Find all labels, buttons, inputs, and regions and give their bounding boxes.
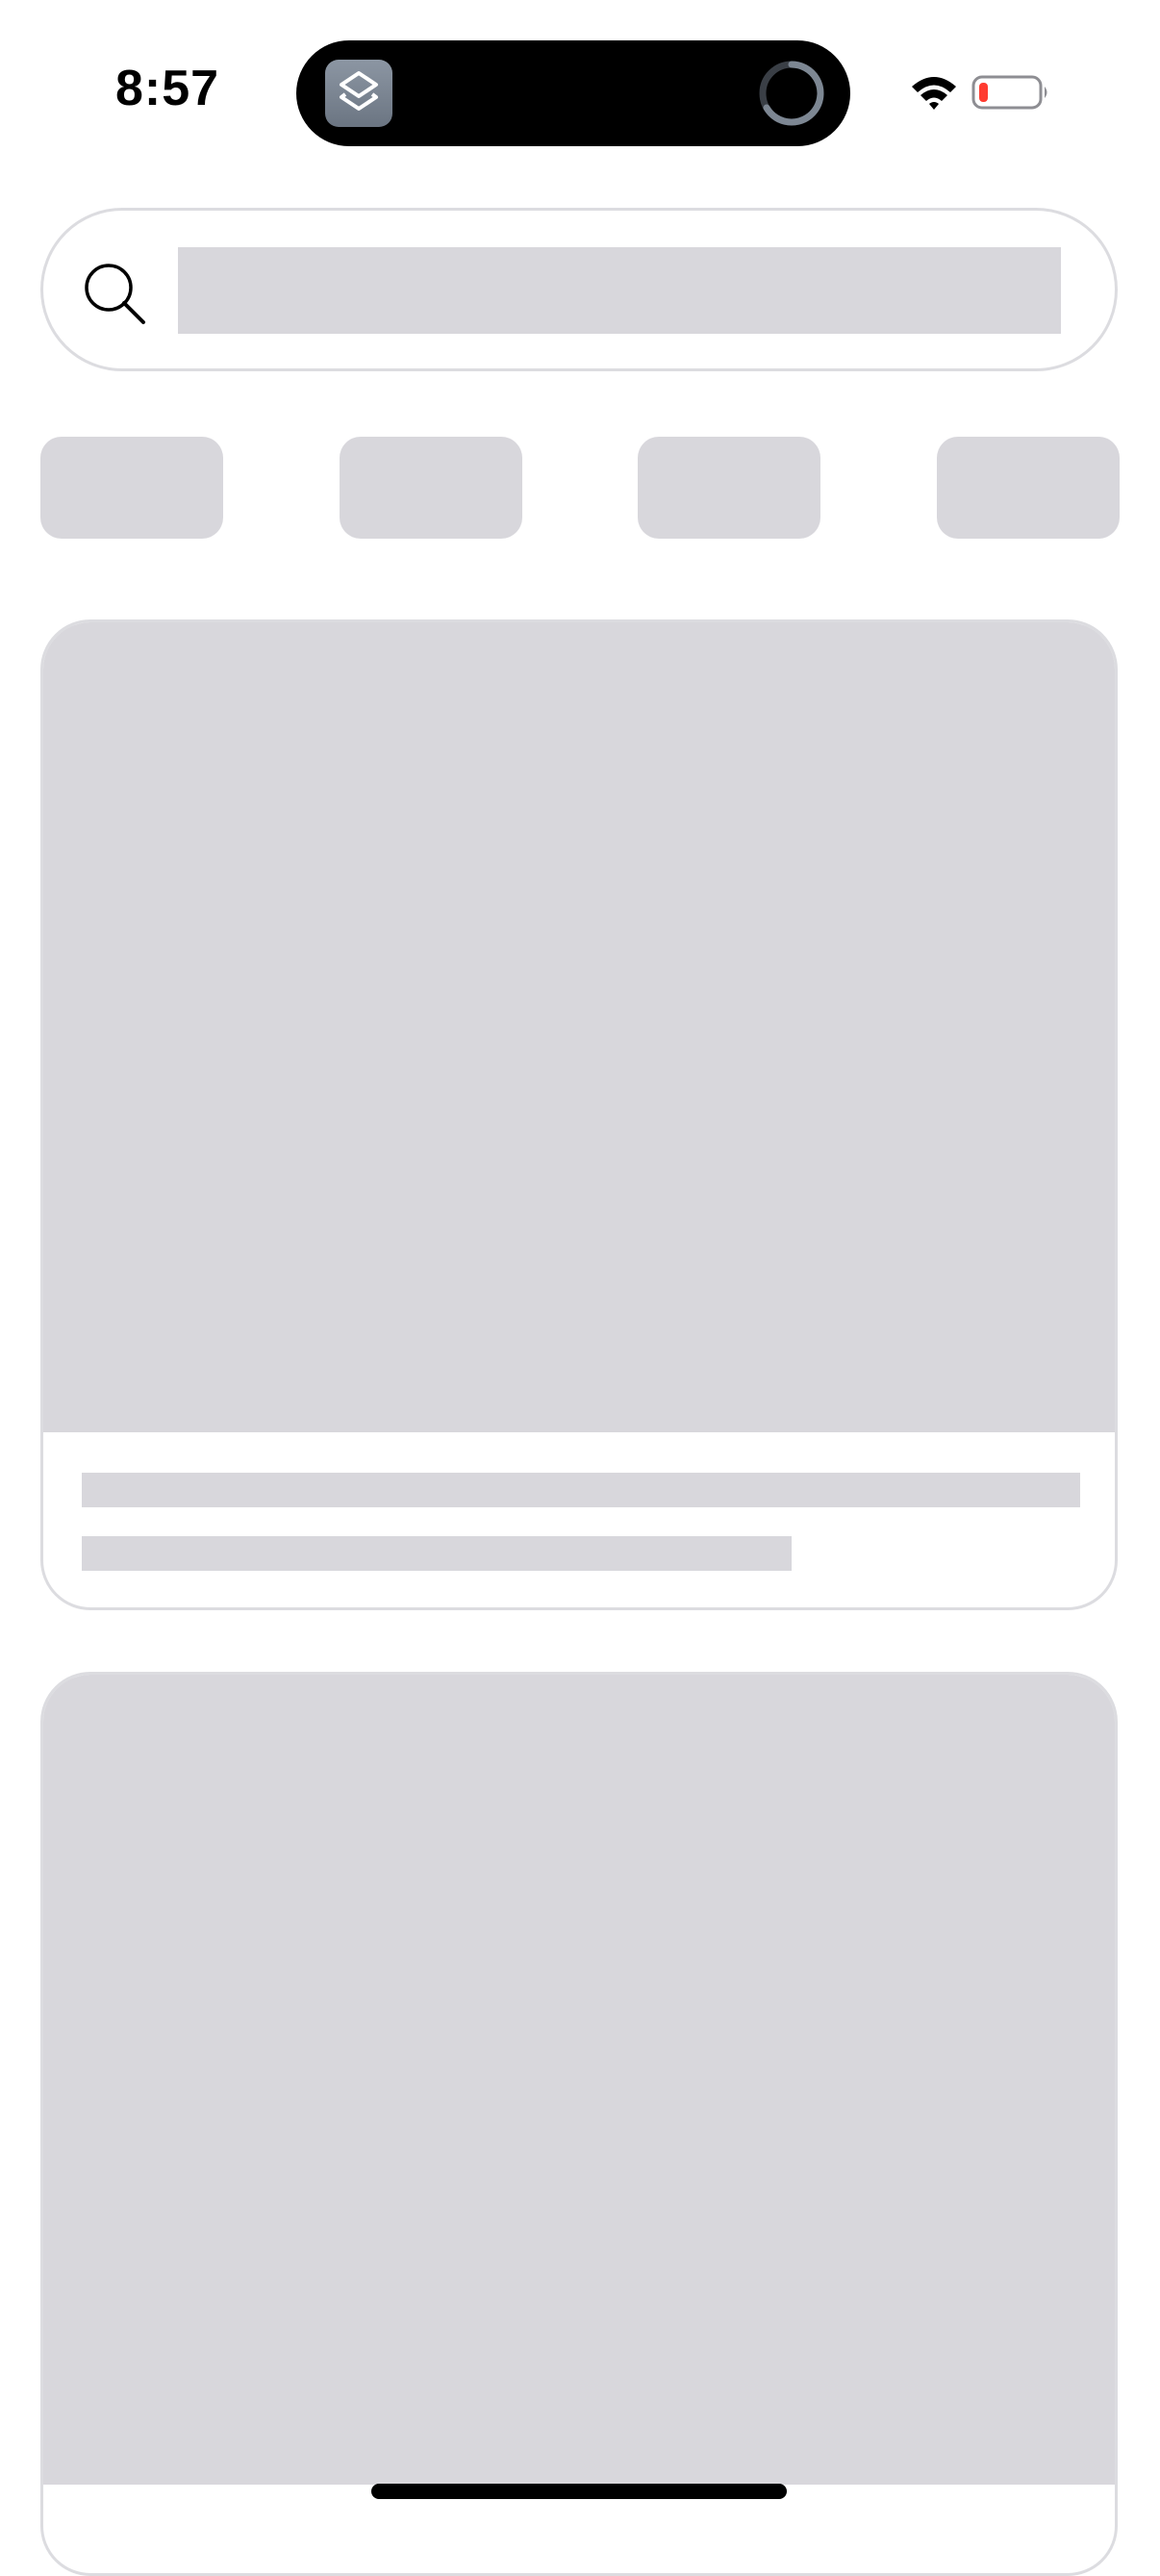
status-time: 8:57 xyxy=(115,61,220,116)
category-chip-skeleton[interactable] xyxy=(40,437,223,539)
card-image-skeleton xyxy=(43,622,1115,1432)
battery-icon xyxy=(971,75,1047,110)
content-card-skeleton[interactable] xyxy=(40,1672,1118,2576)
card-title-skeleton xyxy=(82,1473,1080,1507)
search-input[interactable] xyxy=(40,208,1118,371)
search-icon xyxy=(85,264,145,324)
shortcuts-app-icon xyxy=(325,60,392,127)
card-image-skeleton xyxy=(43,1675,1115,2485)
progress-ring-icon xyxy=(759,61,824,126)
dynamic-island[interactable] xyxy=(296,40,850,146)
content-card-skeleton[interactable] xyxy=(40,619,1118,1610)
search-placeholder-skeleton xyxy=(178,247,1061,334)
wifi-icon xyxy=(912,77,956,110)
card-subtitle-skeleton xyxy=(82,1536,792,1571)
category-chip-skeleton[interactable] xyxy=(937,437,1120,539)
home-indicator[interactable] xyxy=(371,2484,787,2499)
category-chip-skeleton[interactable] xyxy=(638,437,820,539)
category-chip-skeleton[interactable] xyxy=(340,437,522,539)
